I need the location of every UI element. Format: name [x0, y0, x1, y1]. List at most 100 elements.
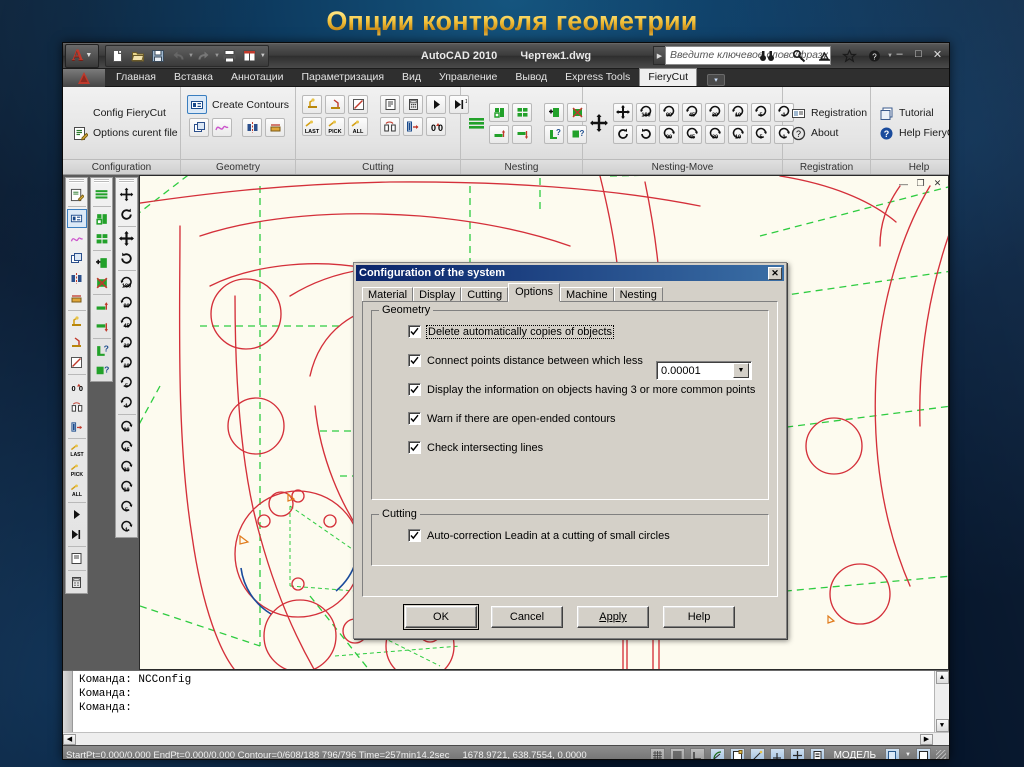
rotate-30-icon[interactable]: 30 — [705, 102, 725, 122]
ortho-icon[interactable] — [689, 747, 705, 759]
tab-express-tools[interactable]: Express Tools — [556, 69, 639, 86]
plot-icon[interactable] — [220, 47, 240, 65]
dialog-close-button[interactable]: ✕ — [768, 266, 782, 280]
nest-help-part-icon[interactable]: ? — [92, 341, 112, 360]
scroll-left-icon[interactable]: ◀ — [63, 733, 76, 745]
toolbar-grip[interactable] — [119, 179, 134, 183]
rotate-ccw-45-icon[interactable]: 45 — [682, 124, 702, 144]
tab-parametrizaciya[interactable]: Параметризация — [293, 69, 394, 86]
rotate-45-icon[interactable]: 45 — [682, 102, 702, 122]
rotate-5-icon[interactable]: 5 — [751, 102, 771, 122]
checkbox-row-warn-open-contours[interactable]: Warn if there are open-ended contours — [408, 412, 758, 425]
tab-vyvod[interactable]: Вывод — [506, 69, 556, 86]
nest-help-sheet-icon[interactable]: ? — [92, 361, 112, 380]
nest-sheets-icon[interactable] — [467, 114, 486, 133]
nest-sheets-icon[interactable] — [92, 185, 112, 204]
nest-add-icon[interactable] — [92, 253, 112, 272]
calc-icon[interactable] — [67, 573, 87, 592]
command-about[interactable]: ? About — [791, 126, 867, 141]
spline-icon[interactable] — [67, 229, 87, 248]
rotate-ccw-5-icon[interactable]: 5 — [751, 124, 771, 144]
move-part-icon[interactable] — [117, 185, 137, 204]
model-space-label[interactable]: МОДЕЛЬ — [834, 750, 876, 760]
checkbox-delete-copies[interactable] — [408, 325, 421, 338]
cancel-button[interactable]: Cancel — [491, 606, 563, 628]
rotate-10-icon[interactable]: 10 — [117, 353, 137, 372]
rotate-ccw-90-icon[interactable]: 90 — [117, 417, 137, 436]
offset-icon[interactable] — [265, 118, 285, 137]
favorites-star-icon[interactable] — [838, 46, 860, 66]
run-icon[interactable] — [67, 505, 87, 524]
create-contours-icon[interactable] — [66, 209, 87, 228]
leadin-all-icon[interactable]: ALL — [348, 117, 368, 136]
leadin-icon[interactable] — [67, 313, 87, 332]
chevron-down-icon[interactable]: ▼ — [733, 363, 749, 378]
rotate-ccw-icon[interactable] — [613, 124, 633, 144]
command-horizontal-scrollbar[interactable]: ◀ ▶ — [63, 732, 949, 745]
cut-direction-icon[interactable] — [67, 353, 87, 372]
toolbar-grip[interactable] — [94, 179, 109, 183]
command-tutorial[interactable]: Tutorial — [879, 106, 949, 121]
workspace-dropdown-icon[interactable]: ▼ — [905, 752, 911, 758]
dialog-tab-options[interactable]: Options — [508, 283, 560, 302]
order-icon[interactable] — [67, 397, 87, 416]
search-expand-icon[interactable]: ▶ — [653, 46, 665, 65]
ucs-icon[interactable] — [769, 747, 785, 759]
rotate-10-icon[interactable]: 10 — [728, 102, 748, 122]
clean-screen-icon[interactable] — [916, 747, 931, 759]
spline-icon[interactable] — [212, 118, 232, 137]
drawing-minimize-button[interactable]: — — [897, 178, 910, 189]
ok-button[interactable]: OK — [403, 604, 479, 630]
leadout-icon[interactable] — [325, 95, 345, 114]
qat-dropdown-icon[interactable]: ▼ — [260, 53, 266, 59]
search-binoculars-icon[interactable] — [756, 46, 778, 66]
apply-button[interactable]: Apply — [577, 606, 649, 628]
scroll-up-icon[interactable]: ▲ — [935, 671, 949, 684]
command-window-grip[interactable] — [63, 671, 73, 732]
help-button[interactable]: Help — [663, 606, 735, 628]
command-scrollbar[interactable]: ▲ ▼ — [934, 671, 949, 732]
nest-grid-icon[interactable] — [92, 229, 112, 248]
workspace-switch-icon[interactable] — [885, 747, 901, 759]
plot-preview-icon[interactable] — [240, 47, 260, 65]
report-icon[interactable] — [67, 549, 87, 568]
rotate-cw-icon[interactable] — [117, 249, 137, 268]
nest-delete-icon[interactable] — [92, 273, 112, 292]
leadout-icon[interactable] — [67, 333, 87, 352]
checkbox-row-delete-copies[interactable]: Delete automatically copies of objects — [408, 324, 758, 339]
tab-glavnaya[interactable]: Главная — [107, 69, 165, 86]
order-zero-icon[interactable]: 00 — [426, 117, 446, 136]
dialog-title-bar[interactable]: Configuration of the system ✕ — [356, 265, 784, 281]
drawing-restore-button[interactable]: ❐ — [914, 178, 927, 189]
checkbox-display-info[interactable] — [408, 383, 421, 396]
rotate-180-icon[interactable]: 180 — [636, 102, 656, 122]
save-icon[interactable] — [148, 47, 168, 65]
rotate-45-icon[interactable]: 45 — [117, 313, 137, 332]
rotate-180-icon[interactable]: 180 — [117, 273, 137, 292]
rotate-part-icon[interactable] — [117, 205, 137, 224]
move-free-icon[interactable] — [613, 102, 633, 122]
order-zero-icon[interactable]: 00 — [67, 377, 87, 396]
checkbox-row-check-intersecting[interactable]: Check intersecting lines — [408, 441, 758, 454]
dyn-icon[interactable] — [789, 747, 805, 759]
help-question-icon[interactable]: ? — [863, 46, 885, 66]
ribbon-minimize-icon[interactable]: ▾ — [707, 74, 725, 86]
rotate-5-icon[interactable]: 5 — [117, 373, 137, 392]
checkbox-check-intersecting[interactable] — [408, 441, 421, 454]
toolbar-grip[interactable] — [69, 179, 84, 183]
options-current-file-icon[interactable] — [67, 185, 87, 204]
calc-icon[interactable] — [403, 95, 423, 114]
offset-icon[interactable] — [67, 289, 87, 308]
polar-icon[interactable] — [709, 747, 725, 759]
nest-help-part-icon[interactable]: ? — [544, 124, 564, 144]
nest-align-down-icon[interactable] — [92, 317, 112, 336]
leadin-pick-icon[interactable]: PICK — [325, 117, 345, 136]
nest-auto-icon[interactable] — [92, 209, 112, 228]
lineweight-icon[interactable] — [809, 747, 825, 759]
maximize-button[interactable]: □ — [911, 47, 926, 61]
rotate-30-icon[interactable]: 30 — [117, 333, 137, 352]
leadin-pick-icon[interactable]: PICK — [67, 461, 87, 480]
cut-direction-icon[interactable] — [348, 95, 368, 114]
rotate-90-icon[interactable]: 90 — [117, 293, 137, 312]
rotate-ccw-1-icon[interactable]: 1 — [117, 517, 137, 536]
